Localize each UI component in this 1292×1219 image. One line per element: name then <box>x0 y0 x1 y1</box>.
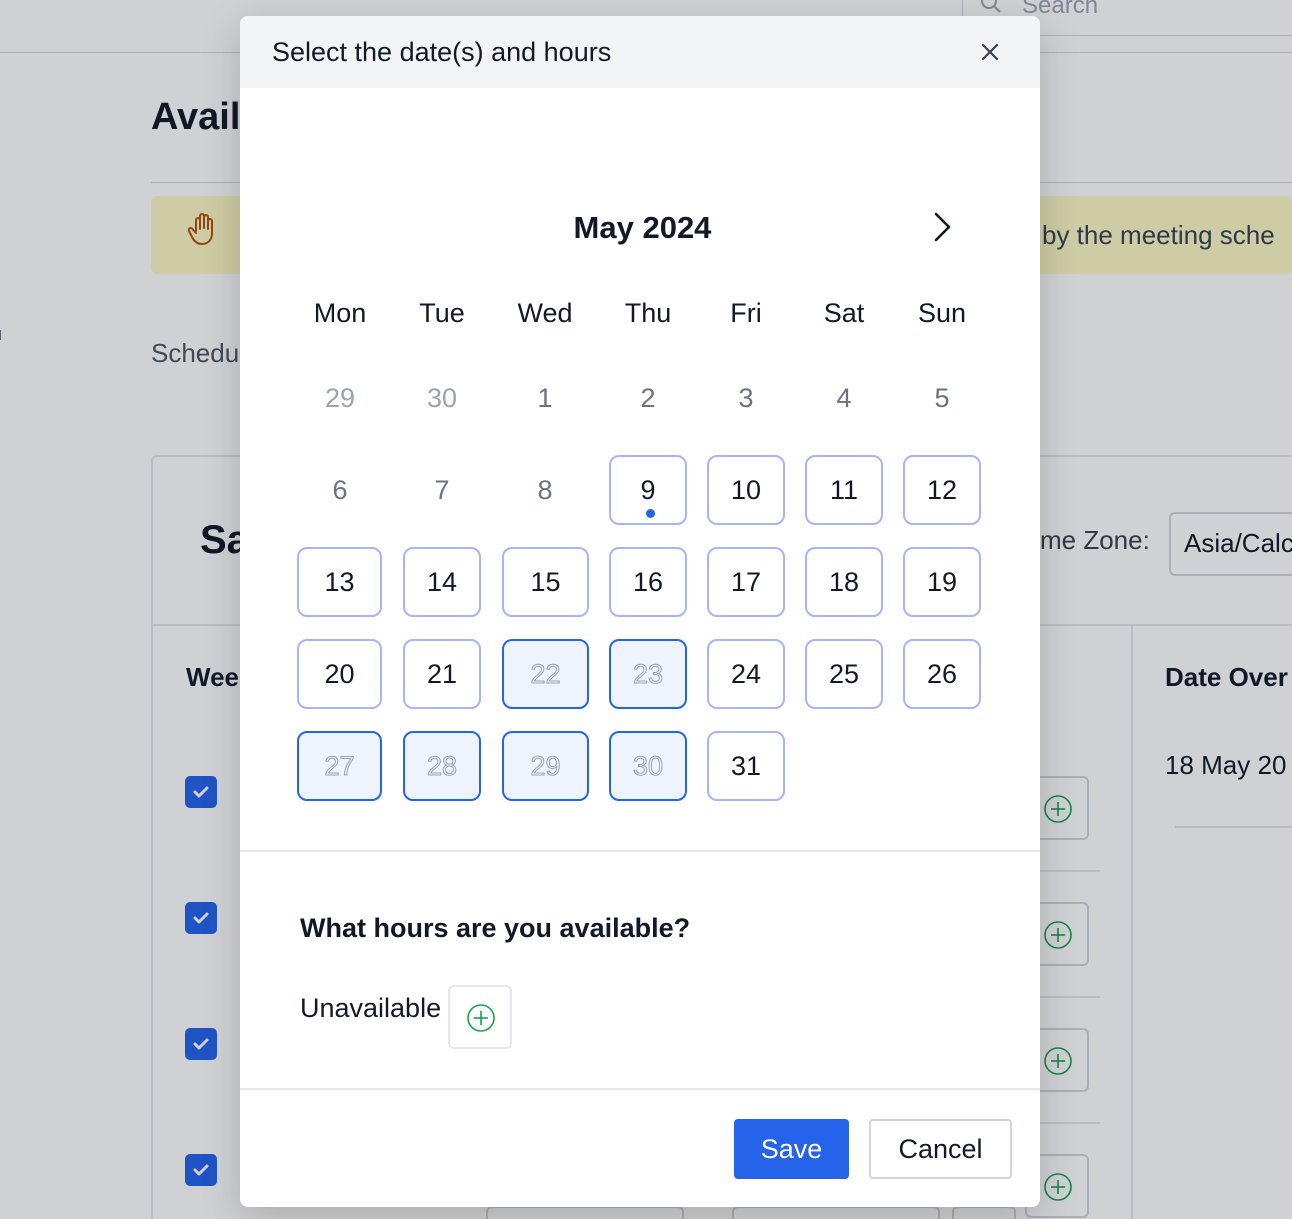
save-button[interactable]: Save <box>734 1119 849 1179</box>
calendar-day[interactable]: 24 <box>707 639 785 709</box>
day-number: 9 <box>640 474 656 505</box>
add-hours-button[interactable] <box>448 985 512 1049</box>
weekday-thu: Thu <box>624 298 672 328</box>
calendar-day[interactable]: 20 <box>297 639 382 709</box>
calendar-day[interactable]: 14 <box>403 547 481 617</box>
calendar-day: 3 <box>738 382 754 413</box>
calendar-day-today[interactable]: 9 <box>609 455 687 525</box>
modal-title: Select the date(s) and hours <box>272 37 612 67</box>
calendar-day[interactable]: 31 <box>707 731 785 801</box>
date-hours-modal: Select the date(s) and hours May 2024 Mo… <box>240 16 1040 1207</box>
footer-divider <box>240 1088 1040 1090</box>
close-button[interactable] <box>974 36 1006 68</box>
hours-section-title: What hours are you available? <box>300 913 691 943</box>
calendar-day[interactable]: 11 <box>805 455 883 525</box>
calendar-day-selected[interactable]: 22 <box>502 639 589 709</box>
calendar-day: 30 <box>426 382 458 413</box>
calendar-day[interactable]: 19 <box>903 547 981 617</box>
calendar-day: 5 <box>934 382 950 413</box>
unavailable-label: Unavailable <box>300 993 442 1023</box>
weekday-wed: Wed <box>517 298 573 328</box>
calendar-day[interactable]: 26 <box>903 639 981 709</box>
close-icon <box>981 43 999 61</box>
calendar-day[interactable]: 13 <box>297 547 382 617</box>
calendar-day: 7 <box>434 474 450 505</box>
next-month-button[interactable] <box>926 206 958 246</box>
calendar-day[interactable]: 10 <box>707 455 785 525</box>
today-dot-icon <box>646 509 655 518</box>
cancel-button[interactable]: Cancel <box>869 1119 1012 1179</box>
chevron-right-icon <box>934 212 951 242</box>
weekday-sat: Sat <box>823 298 865 328</box>
calendar-day: 4 <box>836 382 852 413</box>
calendar-day[interactable]: 21 <box>403 639 481 709</box>
calendar-day: 6 <box>332 474 348 505</box>
calendar-day-selected[interactable]: 23 <box>609 639 687 709</box>
weekday-sun: Sun <box>917 298 967 328</box>
weekday-mon: Mon <box>313 298 367 328</box>
calendar-day[interactable]: 16 <box>609 547 687 617</box>
modal-header: Select the date(s) and hours <box>240 16 1040 88</box>
plus-circle-icon <box>467 1004 495 1032</box>
calendar-day: 2 <box>640 382 656 413</box>
calendar-day[interactable]: 12 <box>903 455 981 525</box>
calendar-day[interactable]: 25 <box>805 639 883 709</box>
calendar-day-selected[interactable]: 29 <box>502 731 589 801</box>
modal-divider <box>240 850 1040 852</box>
calendar-day: 29 <box>324 382 356 413</box>
calendar-day-selected[interactable]: 27 <box>297 731 382 801</box>
weekday-fri: Fri <box>730 298 762 328</box>
calendar-day-selected[interactable]: 30 <box>609 731 687 801</box>
calendar-day[interactable]: 17 <box>707 547 785 617</box>
calendar-day: 8 <box>537 474 553 505</box>
weekday-tue: Tue <box>419 298 465 328</box>
month-label: May 2024 <box>573 210 712 245</box>
calendar-day[interactable]: 18 <box>805 547 883 617</box>
calendar-day-selected[interactable]: 28 <box>403 731 481 801</box>
calendar-day: 1 <box>537 382 553 413</box>
calendar-day[interactable]: 15 <box>502 547 589 617</box>
